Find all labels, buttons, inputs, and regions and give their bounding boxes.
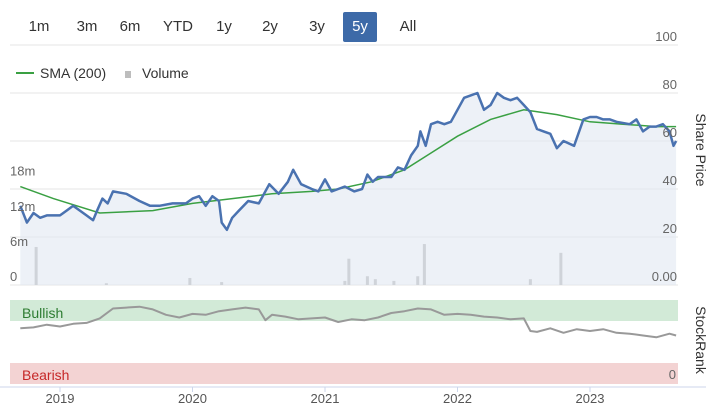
price-tick-label: 40	[663, 173, 677, 188]
volume-right-label: 0.00	[652, 269, 677, 284]
price-tick-label: 20	[663, 221, 677, 236]
price-tick-label: 100	[655, 29, 677, 44]
price-tick-label: 80	[663, 77, 677, 92]
price-tick-label: 60	[663, 125, 677, 140]
volume-legend-label: Volume	[142, 65, 189, 81]
volume-legend-swatch	[125, 71, 131, 78]
sma-legend-label: SMA (200)	[40, 65, 106, 81]
legend: SMA (200) Volume	[16, 65, 189, 81]
bearish-band	[10, 363, 678, 384]
volume-tick-label: 12m	[10, 199, 35, 214]
bearish-label: Bearish	[22, 367, 69, 383]
stockrank-axis-title: StockRank	[693, 306, 706, 375]
x-tick-label: 2023	[576, 391, 605, 405]
x-axis-ticks: 2019 2020 2021 2022 2023	[46, 387, 605, 405]
stockrank-zero-tick: 0	[669, 367, 676, 382]
x-tick-label: 2022	[443, 391, 472, 405]
x-tick-label: 2019	[46, 391, 75, 405]
bullish-label: Bullish	[22, 305, 63, 321]
x-tick-label: 2020	[178, 391, 207, 405]
volume-tick-label: 18m	[10, 164, 35, 179]
stock-chart: SMA (200) Volume 20 40 60 80 100 0 6m 12m 18m S…	[0, 29, 706, 405]
volume-tick-label: 0	[10, 269, 17, 284]
x-tick-label: 2021	[311, 391, 340, 405]
share-price-axis-title: Share Price	[693, 113, 706, 186]
volume-tick-label: 6m	[10, 234, 28, 249]
